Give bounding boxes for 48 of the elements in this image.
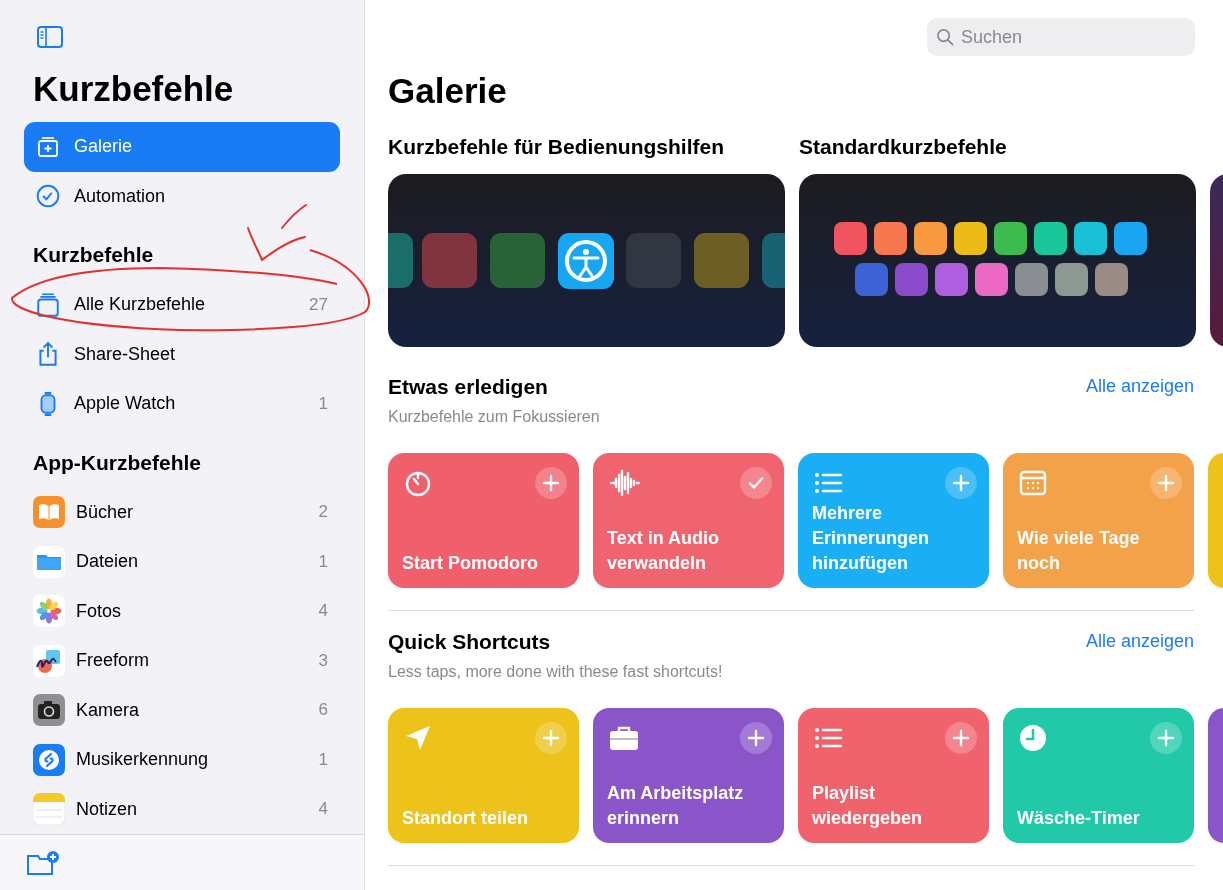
sidebar-item[interactable]: Notizen 4 (24, 784, 340, 834)
add-button[interactable] (1150, 467, 1182, 499)
sidebar-toggle-icon[interactable] (37, 26, 63, 48)
sidebar-item[interactable]: Fotos 4 (24, 586, 340, 636)
shortcut-card[interactable]: Am Arbeitsplatz erinnern (593, 708, 784, 843)
notepad-icon (33, 793, 65, 826)
search-icon (936, 28, 955, 47)
sidebar-item[interactable]: Bücher 2 (24, 487, 340, 537)
flower-icon (33, 595, 65, 628)
add-button[interactable] (945, 722, 977, 754)
section-subtitle: Less taps, more done with these fast shortcuts! (388, 663, 723, 681)
sidebar-item[interactable]: Galerie (24, 122, 340, 172)
sidebar-item[interactable]: Freeform 3 (24, 636, 340, 686)
search-field[interactable]: Suchen (927, 18, 1195, 56)
add-button[interactable] (1150, 722, 1182, 754)
section-heading: Kurzbefehle (33, 242, 155, 268)
hand-drawn-arrow (247, 204, 307, 261)
music-recognition-icon (33, 743, 65, 776)
section-heading: App-Kurzbefehle (33, 449, 202, 476)
camera-icon (33, 694, 65, 727)
collection-card[interactable] (388, 174, 785, 347)
sidebar-item[interactable]: Musikerkennung 1 (24, 735, 340, 785)
section-heading: Etwas erledigen (388, 374, 549, 400)
add-button[interactable] (535, 467, 567, 499)
checkmark-button[interactable] (740, 467, 772, 499)
sidebar-item[interactable]: Alle Kurzbefehle 27 (24, 280, 340, 330)
show-all-link[interactable]: Alle anzeigen (1085, 376, 1194, 397)
waveform-icon (607, 467, 643, 499)
sidebar-item[interactable]: Kamera 6 (24, 685, 340, 735)
sidebar-item[interactable]: Apple Watch 1 (24, 379, 340, 429)
collection-title: Standardkurzbefehle (799, 134, 1008, 160)
sidebar-item[interactable]: Automation (24, 171, 340, 221)
sidebar-title: Kurzbefehle (33, 68, 235, 110)
add-button[interactable] (945, 467, 977, 499)
section-subtitle: Kurzbefehle zum Fokussieren (388, 408, 600, 426)
section-heading: Quick Shortcuts (388, 629, 552, 655)
sidebar-item[interactable]: Dateien 1 (24, 537, 340, 587)
show-all-link[interactable]: Alle anzeigen (1085, 631, 1194, 652)
add-button[interactable] (740, 722, 772, 754)
folder-icon (33, 545, 65, 578)
page-title: Galerie (388, 70, 508, 112)
new-folder-icon[interactable] (26, 849, 60, 876)
book-icon (33, 496, 65, 529)
collection-title: Kurzbefehle für Bedienungshilfen (388, 134, 726, 160)
shortcut-card[interactable] (1208, 708, 1223, 843)
scribble-icon (33, 644, 65, 677)
sidebar-item[interactable]: Share-Sheet (24, 329, 340, 379)
collection-card[interactable] (799, 174, 1196, 347)
